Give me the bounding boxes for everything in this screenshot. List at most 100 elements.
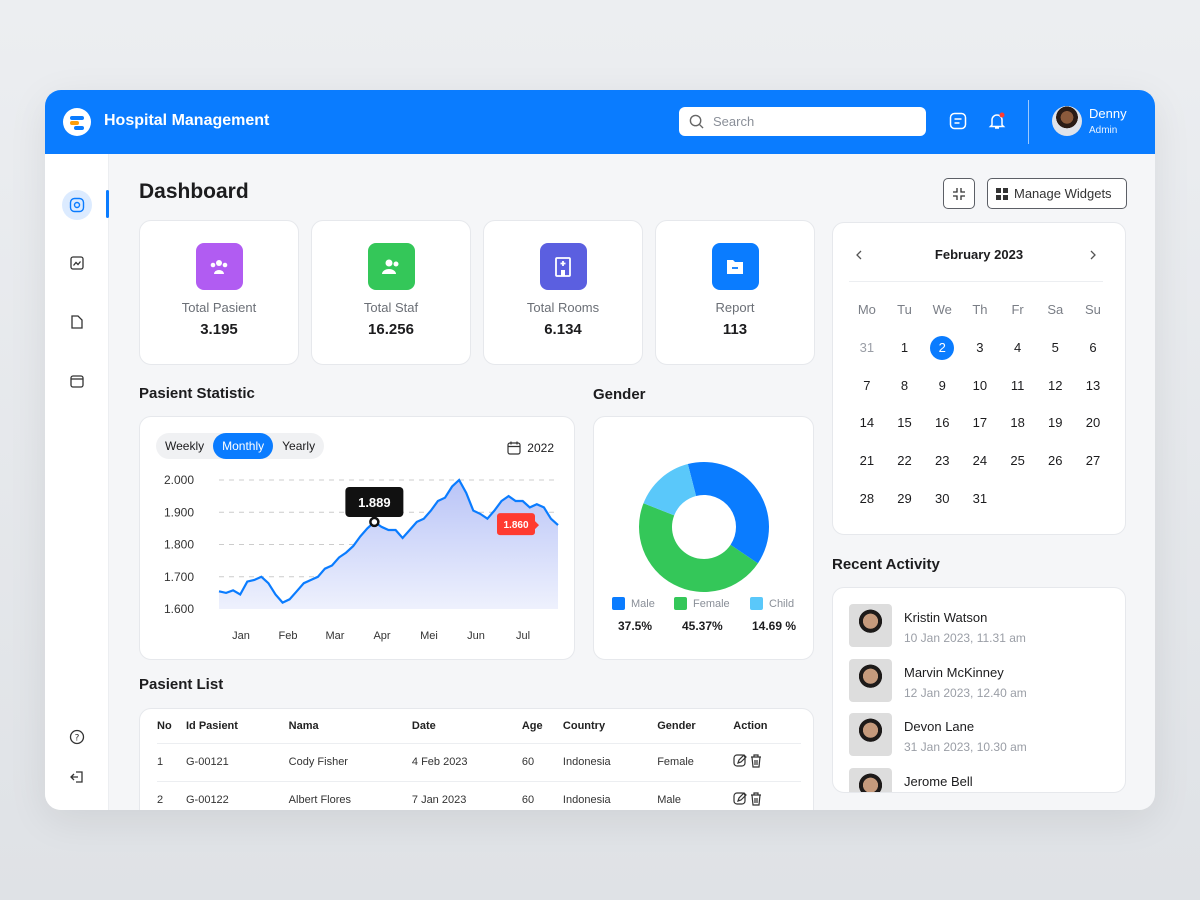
activity-item[interactable]: Kristin Watson 10 Jan 2023, 11.31 am [849, 604, 1026, 647]
column-header: Date [411, 709, 522, 744]
calendar-week: 7 8 9 10 11 12 13 [848, 366, 1112, 404]
calendar-day[interactable]: 25 [999, 442, 1037, 480]
y-tick-label: 1.800 [164, 538, 194, 552]
highlight-point[interactable] [369, 516, 380, 528]
calendar-day[interactable]: 16 [923, 404, 961, 442]
legend-female: Female [674, 597, 730, 610]
calendar-day [1074, 479, 1112, 517]
delete-icon[interactable] [750, 791, 762, 806]
stat-card[interactable]: Total Pasient 3.195 [139, 220, 299, 365]
calendar-day[interactable]: 13 [1074, 366, 1112, 404]
activity-item[interactable]: Marvin McKinney 12 Jan 2023, 12.40 am [849, 658, 1027, 702]
patient-name-link[interactable]: Albert Flores [288, 781, 412, 810]
calendar-card: February 2023 Mo Tu We Th Fr Sa Su 31 1 2 3 4 5 6 7 8 9 1… [832, 222, 1126, 535]
patient-name-link[interactable]: Cody Fisher [288, 743, 412, 782]
edit-icon[interactable] [733, 753, 748, 768]
sidebar-item-logout[interactable] [62, 762, 92, 792]
next-month-icon[interactable] [1089, 250, 1097, 260]
calendar-day[interactable]: 20 [1074, 404, 1112, 442]
calendar-day[interactable]: 8 [886, 366, 924, 404]
column-header: Id Pasient [185, 709, 289, 744]
calendar-day[interactable]: 29 [886, 479, 924, 517]
row-actions [733, 781, 801, 810]
stat-value: 6.134 [544, 321, 582, 338]
calendar-day[interactable]: 11 [999, 366, 1037, 404]
calendar-day[interactable]: 31 [848, 329, 886, 367]
selected-day[interactable]: 2 [930, 335, 955, 360]
user-name: Denny [1089, 106, 1127, 121]
weekday-label: We [932, 302, 952, 318]
stat-card[interactable]: Report 113 [655, 220, 815, 365]
column-header: Country [562, 709, 658, 744]
table-cell: 4 Feb 2023 [411, 743, 522, 782]
table-cell: 2 [157, 781, 186, 810]
calendar-day[interactable]: 1 [886, 329, 924, 367]
calendar-day[interactable]: 21 [848, 442, 886, 480]
table-cell: Male [657, 781, 734, 810]
calendar-day[interactable]: 17 [961, 404, 999, 442]
x-tick-label: Feb [279, 630, 298, 642]
stat-card[interactable]: Total Rooms 6.134 [483, 220, 643, 365]
collapse-button[interactable] [943, 178, 975, 209]
calendar-day[interactable]: 27 [1074, 442, 1112, 480]
calendar-day[interactable]: 22 [886, 442, 924, 480]
calendar-day[interactable]: 28 [848, 479, 886, 517]
activity-name: Jerome Bell [904, 773, 973, 789]
calendar-day[interactable]: 15 [886, 404, 924, 442]
calendar-day[interactable]: 14 [848, 404, 886, 442]
user-avatar[interactable] [1052, 106, 1082, 136]
activity-avatar [849, 713, 892, 756]
activity-item[interactable]: Devon Lane 31 Jan 2023, 10.30 am [849, 713, 1027, 756]
weekday-label: Mo [857, 302, 876, 318]
calendar-day[interactable]: 10 [961, 366, 999, 404]
sidebar-item-dashboard[interactable] [62, 190, 92, 220]
calendar-day[interactable]: 4 [999, 329, 1037, 367]
sidebar-item-help[interactable]: ? [62, 722, 92, 752]
activity-name: Devon Lane [904, 719, 975, 734]
logout-icon [70, 771, 83, 783]
message-icon[interactable] [949, 112, 967, 130]
staff-icon [367, 243, 415, 290]
notification-bell-icon[interactable] [988, 112, 1006, 130]
calendar-day[interactable]: 18 [999, 404, 1037, 442]
calendar-day[interactable]: 6 [1074, 329, 1112, 367]
calendar-day[interactable]: 31 [961, 479, 999, 517]
edit-icon[interactable] [733, 791, 748, 806]
table-cell: G-00122 [185, 781, 289, 810]
weekday-label: Tu [897, 302, 912, 318]
calendar-day[interactable]: 23 [923, 442, 961, 480]
search-input[interactable]: Search [679, 107, 926, 136]
sidebar-active-indicator [106, 190, 109, 218]
sidebar-item-folders[interactable] [62, 366, 92, 396]
stat-label: Total Rooms [526, 300, 600, 315]
delete-icon[interactable] [750, 753, 762, 768]
patient-table-card: No Id Pasient Nama Date Age Country Gender Acti… [139, 708, 814, 810]
calendar-day[interactable]: 2 [923, 329, 961, 367]
stat-card[interactable]: Total Staf 16.256 [311, 220, 471, 365]
manage-widgets-button[interactable]: Manage Widgets [987, 178, 1127, 209]
calendar-day[interactable]: 5 [1036, 329, 1074, 367]
search-placeholder: Search [713, 114, 755, 129]
hospital-room-icon [539, 243, 587, 290]
y-tick-label: 1.700 [164, 570, 194, 584]
manage-widgets-label: Manage Widgets [1014, 186, 1112, 201]
calendar-day[interactable]: 19 [1036, 404, 1074, 442]
activity-avatar [849, 604, 892, 647]
activity-avatar [849, 767, 892, 792]
calendar-day[interactable]: 12 [1036, 366, 1074, 404]
gender-title: Gender [593, 386, 646, 403]
calendar-day[interactable]: 26 [1036, 442, 1074, 480]
sidebar: ? [45, 154, 109, 810]
activity-date: 10 Jan 2023, 11.31 am [904, 631, 1026, 645]
calendar-day[interactable]: 24 [961, 442, 999, 480]
activity-item[interactable]: Jerome Bell [849, 767, 973, 792]
table-cell: Indonesia [562, 743, 658, 782]
calendar-day[interactable]: 3 [961, 329, 999, 367]
tooltip-value: 1.889 [358, 495, 391, 510]
sidebar-item-statistics[interactable] [62, 248, 92, 278]
calendar-day[interactable]: 9 [923, 366, 961, 404]
stat-label: Report [715, 300, 755, 315]
calendar-day[interactable]: 30 [923, 479, 961, 517]
sidebar-item-documents[interactable] [62, 307, 92, 337]
calendar-day[interactable]: 7 [848, 366, 886, 404]
